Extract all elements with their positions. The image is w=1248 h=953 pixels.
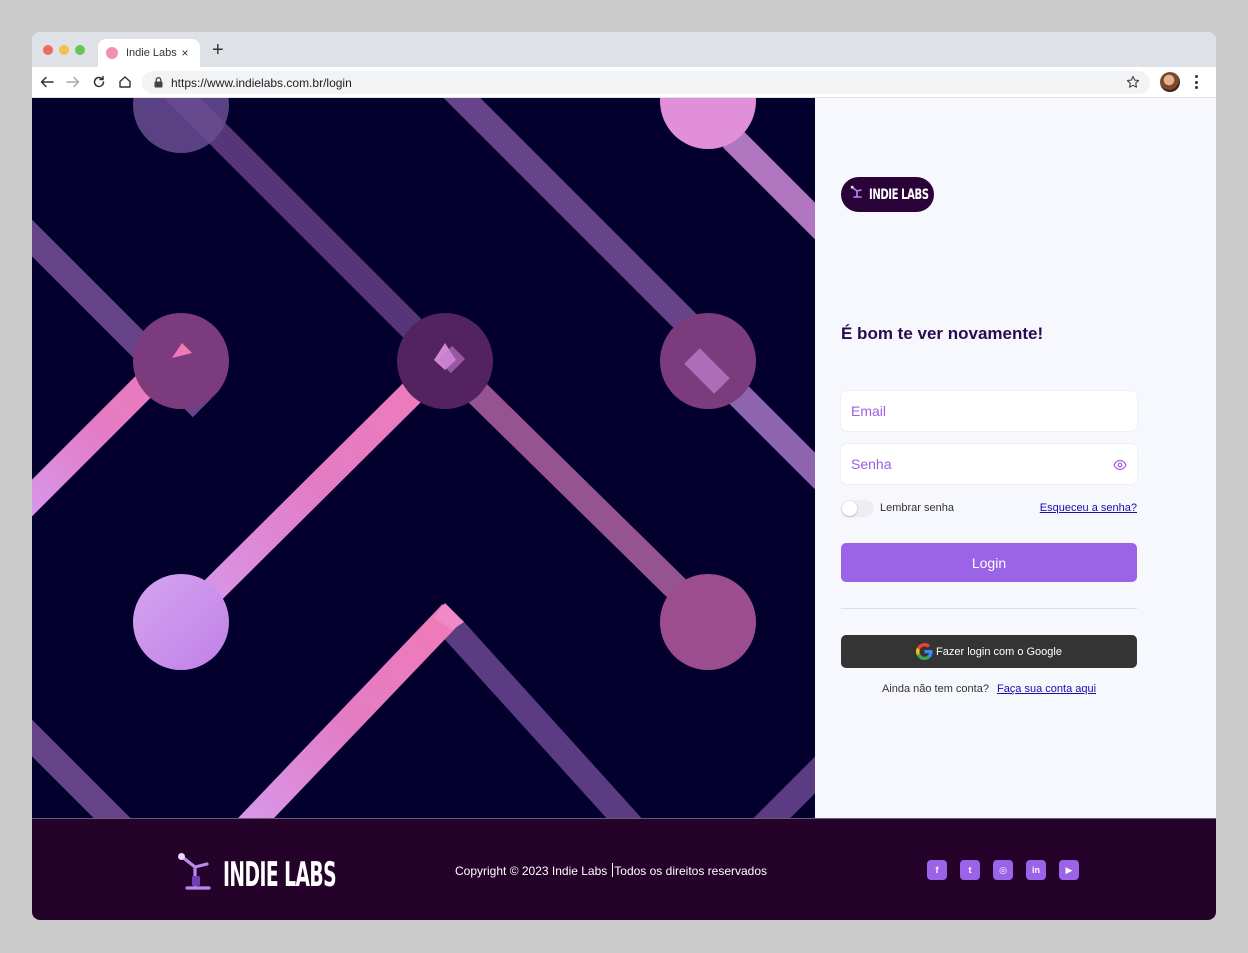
forward-arrow-icon[interactable] [64,73,82,91]
browser-toolbar: https://www.indielabs.com.br/login [32,67,1216,98]
new-tab-button[interactable]: + [212,40,224,60]
forgot-password-link[interactable]: Esqueceu a senha? [1040,502,1137,514]
url-text: https://www.indielabs.com.br/login [171,75,352,90]
signup-link[interactable]: Faça sua conta aqui [997,683,1096,695]
signup-prompt: Ainda não tem conta? [881,683,989,695]
bookmark-star-icon[interactable] [1126,75,1140,94]
remember-password-toggle[interactable] [841,500,874,517]
show-password-eye-icon[interactable] [1113,458,1127,476]
favicon-icon [106,47,118,59]
twitter-icon[interactable]: t [960,860,980,880]
back-arrow-icon[interactable] [38,73,56,91]
social-links: f t ◎ in ▶ [927,860,1092,880]
login-heading: É bom te ver novamente! [841,324,1044,343]
site-footer: INDIE LABS Copyright © 2023 Indie Labs To… [32,818,1216,920]
email-input[interactable] [841,391,1137,431]
youtube-icon[interactable]: ▶ [1059,860,1079,880]
logo-text: INDIE LABS [869,186,929,203]
facebook-icon[interactable]: f [927,860,947,880]
profile-avatar[interactable] [1160,72,1180,92]
linkedin-icon[interactable]: in [1026,860,1046,880]
tab-close-icon[interactable]: × [179,46,191,60]
reload-icon[interactable] [90,73,108,91]
minimize-window-button[interactable] [59,45,69,55]
footer-logo: INDIE LABS [177,852,428,897]
tab-strip: Indie Labs × + [32,32,1216,67]
password-input[interactable] [841,444,1137,484]
copyright-notice: Copyright © 2023 Indie Labs [455,864,608,878]
google-g-icon [916,643,933,660]
close-window-button[interactable] [43,45,53,55]
tab-title: Indie Labs [126,47,177,59]
password-field-wrapper [841,444,1137,484]
divider [841,608,1137,609]
brand-logo: INDIE LABS [841,177,934,212]
footer-logo-text: INDIE LABS [223,854,337,895]
lock-icon [154,77,163,88]
email-field-wrapper [841,391,1137,431]
home-icon[interactable] [116,73,134,91]
copyright-text: Copyright © 2023 Indie Labs Todos os dire… [455,863,767,878]
toggle-knob [842,501,857,516]
menu-kebab-icon[interactable] [1192,75,1200,89]
remember-password-label: Lembrar senha [880,502,954,514]
google-login-label: Fazer login com o Google [936,645,1062,658]
tab-indie-labs[interactable]: Indie Labs × [98,39,200,67]
microscope-logo-icon [177,852,215,897]
instagram-icon[interactable]: ◎ [993,860,1013,880]
login-panel: INDIE LABS É bom te ver novamente! Lembr… [815,98,1216,818]
hero-illustration [32,98,815,818]
rights-notice: Todos os direitos reservados [614,864,768,878]
address-bar[interactable]: https://www.indielabs.com.br/login [142,71,1150,94]
signup-row: Ainda não tem conta? Faça sua conta aqui [841,683,1137,695]
maximize-window-button[interactable] [75,45,85,55]
login-button[interactable]: Login [841,543,1137,582]
google-login-button[interactable]: Fazer login com o Google [841,635,1137,668]
microscope-logo-icon [850,185,864,204]
browser-window: Indie Labs × + https://www.indielabs.com… [32,32,1216,920]
